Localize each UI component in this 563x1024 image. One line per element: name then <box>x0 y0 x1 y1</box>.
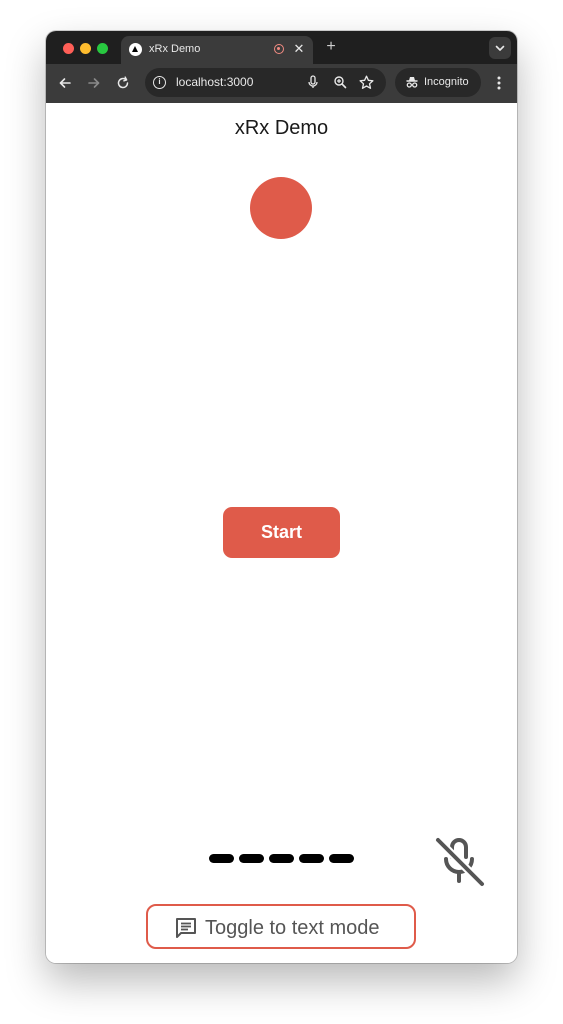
kebab-menu-icon <box>497 76 501 90</box>
back-button[interactable] <box>55 73 75 93</box>
tab-bar: xRx Demo ✕ + <box>46 31 517 64</box>
toggle-text-mode-label: Toggle to text mode <box>205 917 380 939</box>
close-window-button[interactable] <box>63 43 74 54</box>
start-button[interactable]: Start <box>223 507 340 558</box>
audio-waveform <box>209 854 355 864</box>
tab-close-icon[interactable]: ✕ <box>291 40 307 58</box>
maximize-window-button[interactable] <box>97 43 108 54</box>
incognito-label: Incognito <box>424 76 469 88</box>
new-tab-icon[interactable]: + <box>321 37 341 57</box>
recording-indicator-icon <box>274 44 284 54</box>
address-url: localhost:3000 <box>176 75 254 89</box>
waveform-bar <box>329 854 354 863</box>
address-bar[interactable]: i localhost:3000 <box>145 68 386 97</box>
microphone-icon[interactable] <box>305 74 321 90</box>
toggle-text-mode-button[interactable]: Toggle to text mode <box>146 904 416 949</box>
minimize-window-button[interactable] <box>80 43 91 54</box>
browser-menu-button[interactable] <box>492 73 506 93</box>
incognito-profile-button[interactable]: Incognito <box>395 68 481 97</box>
reload-icon <box>117 76 129 89</box>
chevron-down-icon <box>495 45 505 51</box>
bookmark-star-icon[interactable] <box>358 74 374 90</box>
waveform-bar <box>239 854 264 863</box>
forward-button[interactable] <box>84 73 104 93</box>
page-content: xRx Demo Start Toggle to text mode <box>46 103 517 963</box>
arrow-right-icon <box>88 78 100 88</box>
waveform-bar <box>299 854 324 863</box>
browser-toolbar: i localhost:3000 Incognito <box>46 64 517 103</box>
incognito-icon <box>406 77 418 88</box>
chat-message-icon <box>176 918 196 938</box>
browser-window: xRx Demo ✕ + i localhost:3000 Incognito … <box>46 31 517 963</box>
tab-xrx-demo[interactable]: xRx Demo ✕ <box>121 36 313 64</box>
zoom-icon[interactable] <box>332 74 348 90</box>
arrow-left-icon <box>59 78 71 88</box>
status-indicator <box>250 177 312 239</box>
tab-title: xRx Demo <box>149 43 201 55</box>
tab-search-button[interactable] <box>489 37 511 59</box>
page-title: xRx Demo <box>234 117 329 139</box>
site-info-icon[interactable]: i <box>153 76 166 89</box>
mic-off-icon[interactable] <box>431 832 487 888</box>
reload-button[interactable] <box>113 73 133 93</box>
waveform-bar <box>209 854 234 863</box>
triangle-logo-icon <box>129 43 142 56</box>
waveform-bar <box>269 854 294 863</box>
